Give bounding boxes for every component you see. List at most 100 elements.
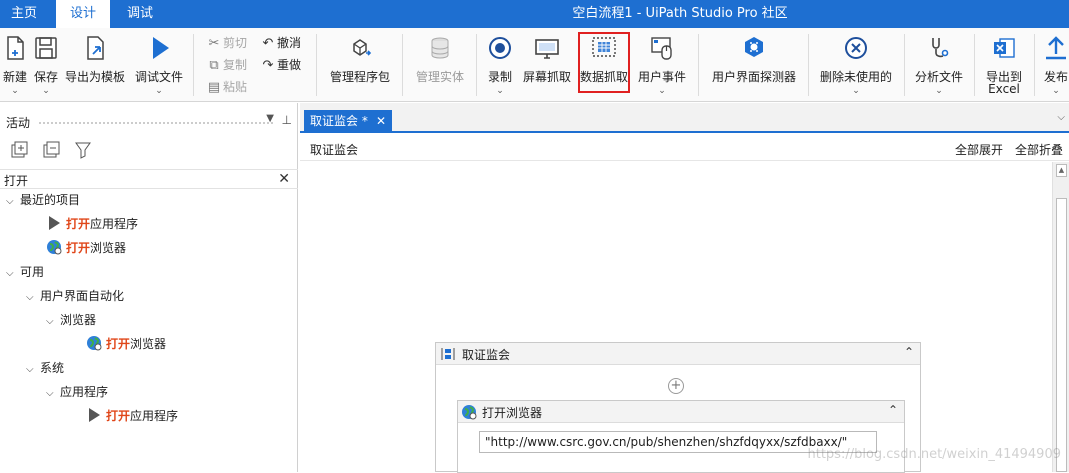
screen-scraping-button[interactable]: 屏幕抓取 xyxy=(519,28,575,102)
separator xyxy=(1034,34,1035,96)
debug-file-button[interactable]: 调试文件 ⌄ xyxy=(131,28,187,102)
expand-all-icon[interactable] xyxy=(10,141,30,161)
user-events-button[interactable]: 用户事件 ⌄ xyxy=(634,28,690,102)
tree-node-available[interactable]: ⌵可用 xyxy=(6,261,44,283)
cut-label: 剪切 xyxy=(223,36,247,50)
data-scraping-label: 数据抓取 xyxy=(578,68,630,85)
undo-button[interactable]: ↶撤消 xyxy=(259,34,301,52)
separator xyxy=(402,34,403,96)
watermark-text: https://blog.csdn.net/weixin_41494909 xyxy=(807,447,1061,462)
save-icon xyxy=(32,34,60,62)
undo-icon: ↶ xyxy=(259,35,277,53)
record-button[interactable]: 录制 ⌄ xyxy=(484,28,516,102)
chevron-down-icon: ⌵ xyxy=(6,263,20,285)
tree-item-open-browser[interactable]: 打开浏览器 xyxy=(86,333,166,355)
paste-label: 粘贴 xyxy=(223,80,247,94)
play-triangle-icon xyxy=(46,215,62,231)
new-label: 新建 xyxy=(0,68,30,85)
scroll-thumb[interactable] xyxy=(1056,198,1067,472)
chevron-down-icon: ⌄ xyxy=(11,86,19,96)
tree-node-recent[interactable]: ⌵最近的项目 xyxy=(6,189,80,211)
match-text: 打开 xyxy=(106,337,130,351)
export-template-icon xyxy=(81,34,109,62)
window-title: 空白流程1 - UiPath Studio Pro 社区 xyxy=(520,0,840,28)
scroll-up-icon[interactable]: ▲ xyxy=(1056,164,1067,177)
tree-node-browser[interactable]: ⌵浏览器 xyxy=(46,309,96,331)
data-scraping-button[interactable]: 数据抓取 xyxy=(578,28,630,102)
collapse-chevron-icon[interactable]: ⌃ xyxy=(888,403,898,417)
document-tab-bar xyxy=(300,103,1069,133)
excel-icon xyxy=(990,34,1018,62)
item-text: 应用程序 xyxy=(130,409,178,423)
match-text: 打开 xyxy=(66,217,90,231)
ui-explorer-label: 用户界面探测器 xyxy=(706,68,802,85)
new-file-icon xyxy=(1,34,29,62)
collapse-chevron-icon[interactable]: ⌃ xyxy=(904,345,914,359)
match-text: 打开 xyxy=(106,409,130,423)
scissors-icon: ✂ xyxy=(205,35,223,53)
tree-item-open-application[interactable]: 打开应用程序 xyxy=(86,405,178,427)
tree-node-system[interactable]: ⌵系统 xyxy=(26,357,64,379)
item-text: 浏览器 xyxy=(90,241,126,255)
record-label: 录制 xyxy=(484,68,516,85)
manage-entities-button[interactable]: 管理实体 xyxy=(410,28,470,102)
analyze-file-button[interactable]: 分析文件 ⌄ xyxy=(910,28,968,102)
breadcrumb[interactable]: 取证监会 xyxy=(310,141,358,158)
filter-icon[interactable] xyxy=(74,141,94,161)
item-text: 浏览器 xyxy=(130,337,166,351)
pin-icon[interactable]: ⊥ xyxy=(282,113,292,127)
chevron-down-icon[interactable]: ⌵ xyxy=(1057,112,1065,123)
monitor-icon xyxy=(533,34,561,62)
redo-button[interactable]: ↷重做 xyxy=(259,56,301,74)
cut-button[interactable]: ✂剪切 xyxy=(205,34,247,52)
manage-packages-label: 管理程序包 xyxy=(326,68,394,85)
tree-item-open-browser-recent[interactable]: 打开浏览器 xyxy=(46,237,126,259)
tree-node-ui-automation[interactable]: ⌵用户界面自动化 xyxy=(26,285,124,307)
tree-node-label: 浏览器 xyxy=(60,313,96,327)
expand-all-link[interactable]: 全部展开 xyxy=(955,141,1003,158)
user-events-label: 用户事件 xyxy=(634,68,690,85)
publish-label: 发布 xyxy=(1044,68,1069,85)
tree-node-application[interactable]: ⌵应用程序 xyxy=(46,381,108,403)
separator xyxy=(476,34,477,96)
tree-node-label: 可用 xyxy=(20,265,44,279)
collapse-all-icon[interactable] xyxy=(42,141,62,161)
close-icon[interactable]: ✕ xyxy=(376,110,386,133)
title-bar: 主页 设计 调试 空白流程1 - UiPath Studio Pro 社区 xyxy=(0,0,1069,28)
export-excel-button[interactable]: 导出到 Excel xyxy=(980,28,1028,102)
new-button[interactable]: 新建 ⌄ xyxy=(0,28,30,102)
chevron-down-icon: ⌵ xyxy=(6,191,20,213)
open-browser-activity[interactable]: 打开浏览器 ⌃ "http://www.csrc.gov.cn/pub/shen… xyxy=(457,400,905,473)
remove-unused-label: 删除未使用的 xyxy=(814,68,898,85)
document-tab[interactable]: 取证监会 * ✕ xyxy=(304,110,392,133)
chevron-down-icon[interactable]: ▼ xyxy=(266,113,274,124)
manage-packages-button[interactable]: 管理程序包 xyxy=(326,28,394,102)
chevron-down-icon: ⌵ xyxy=(46,383,60,405)
ui-explorer-button[interactable]: 用户界面探测器 xyxy=(706,28,802,102)
copy-button[interactable]: ⧉复制 xyxy=(205,56,247,74)
publish-button[interactable]: 发布 ⌄ xyxy=(1040,28,1069,102)
drag-grip[interactable] xyxy=(38,121,274,125)
activity-search-input[interactable]: 打开 ✕ xyxy=(0,169,298,189)
manage-entities-label: 管理实体 xyxy=(410,68,470,85)
globe-icon xyxy=(46,239,62,255)
save-button[interactable]: 保存 ⌄ xyxy=(31,28,61,102)
export-template-button[interactable]: 导出为模板 xyxy=(62,28,128,102)
save-label: 保存 xyxy=(31,68,61,85)
add-activity-button[interactable]: + xyxy=(668,378,684,394)
vertical-scrollbar[interactable]: ▲ xyxy=(1052,162,1069,472)
collapse-all-link[interactable]: 全部折叠 xyxy=(1015,141,1063,158)
menu-tab-design[interactable]: 设计 xyxy=(56,0,110,28)
remove-unused-button[interactable]: 删除未使用的 ⌄ xyxy=(814,28,898,102)
redo-label: 重做 xyxy=(277,58,301,72)
copy-icon: ⧉ xyxy=(205,57,223,75)
paste-button[interactable]: ▤粘贴 xyxy=(205,78,247,96)
tree-item-open-application-recent[interactable]: 打开应用程序 xyxy=(46,213,138,235)
chevron-down-icon: ⌵ xyxy=(26,359,40,381)
stethoscope-icon xyxy=(925,34,953,62)
menu-tab-debug[interactable]: 调试 xyxy=(114,0,166,28)
analyze-file-label: 分析文件 xyxy=(910,68,968,85)
clear-search-icon[interactable]: ✕ xyxy=(278,171,290,187)
chevron-down-icon: ⌵ xyxy=(46,311,60,333)
menu-tab-home[interactable]: 主页 xyxy=(0,0,48,28)
